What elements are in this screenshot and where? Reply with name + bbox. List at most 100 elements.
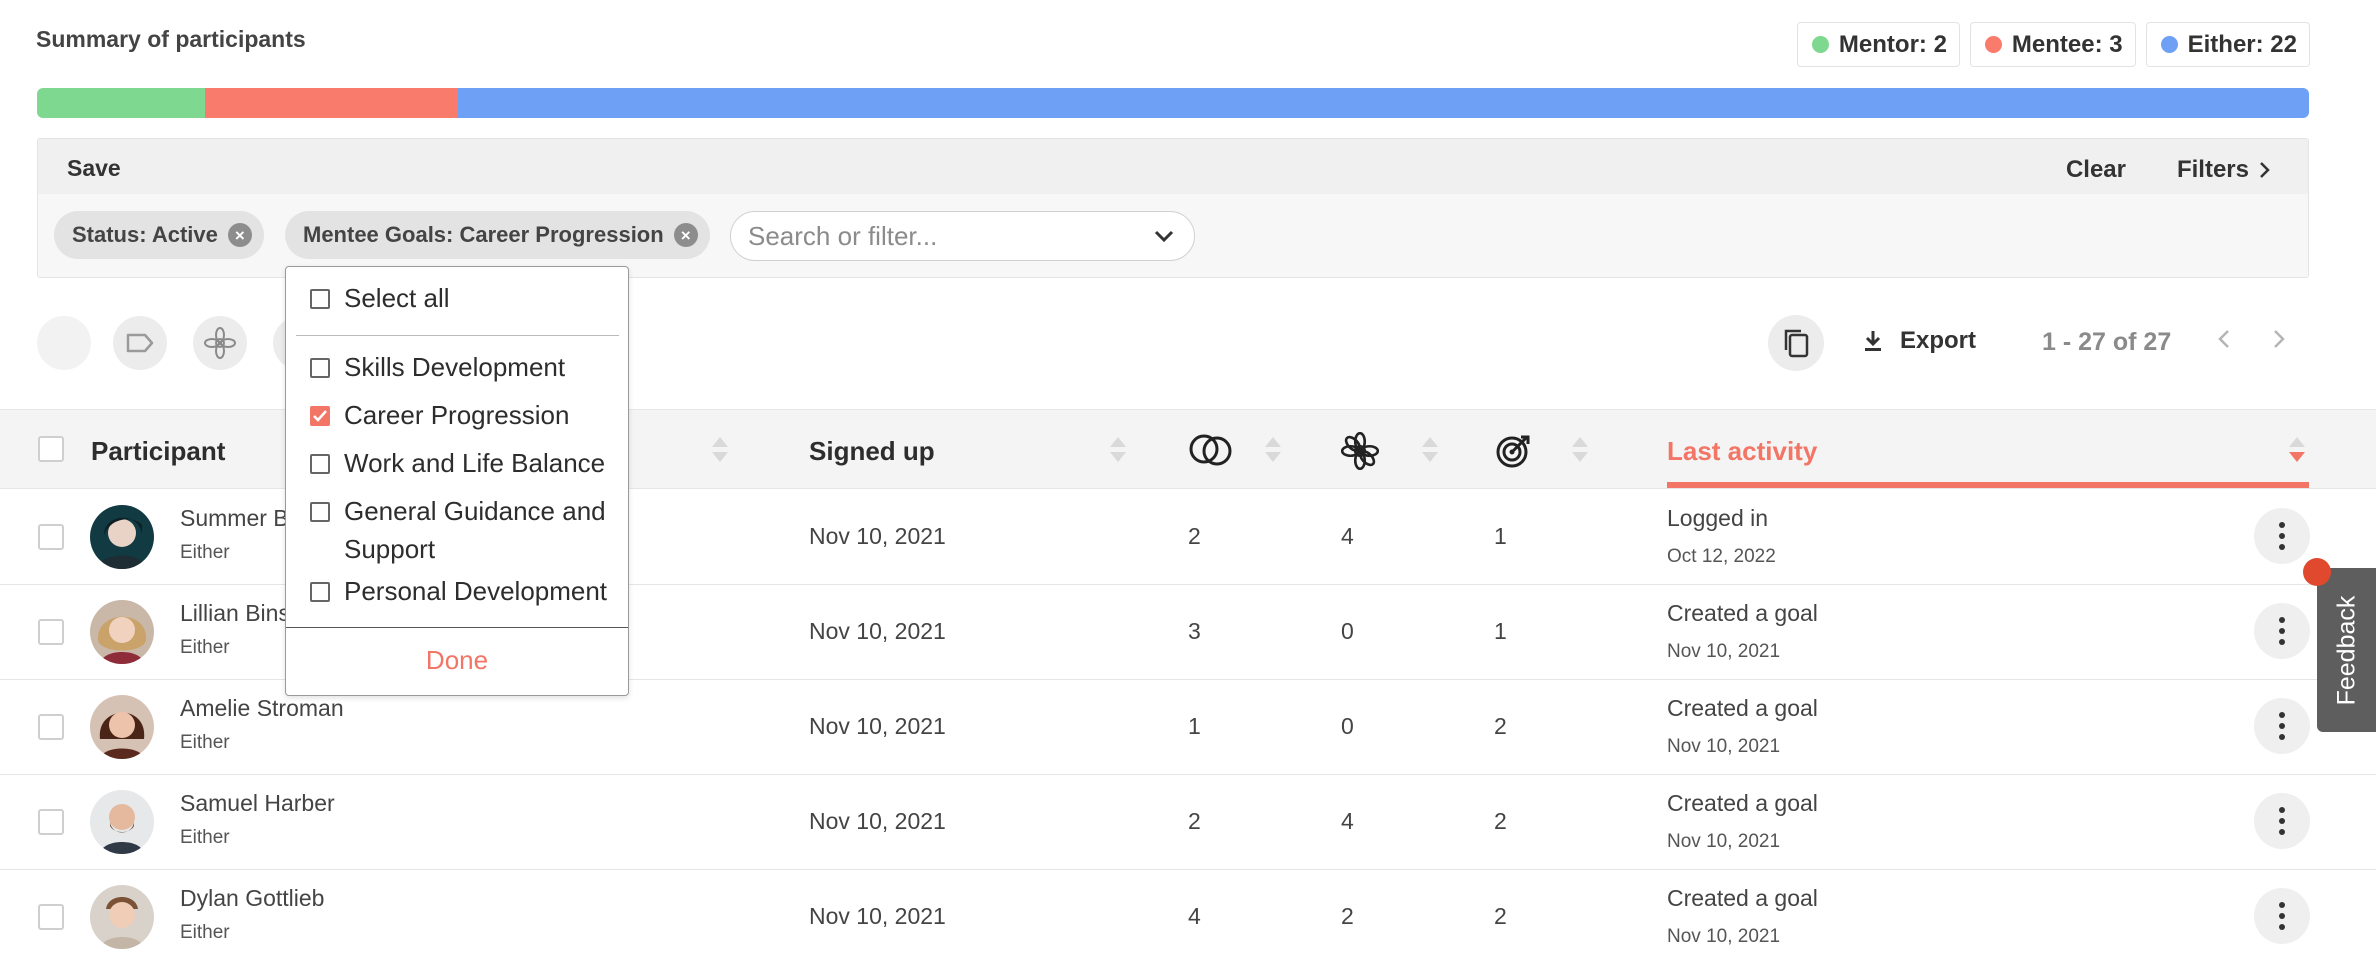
signed-up-column-header[interactable]: Signed up bbox=[809, 436, 935, 467]
search-filter-field[interactable] bbox=[730, 211, 1195, 261]
legend-either-label: Either: 22 bbox=[2187, 30, 2297, 58]
option-skills-development[interactable]: Skills Development bbox=[310, 348, 565, 386]
done-button[interactable]: Done bbox=[286, 645, 628, 676]
participant-column-header[interactable]: Participant bbox=[91, 436, 225, 467]
option-label: Work and Life Balance bbox=[344, 448, 606, 478]
table-row[interactable]: Samuel Harber Either Nov 10, 2021 2 4 2 … bbox=[0, 775, 2376, 870]
option-checkbox[interactable] bbox=[310, 454, 330, 474]
sort-icon[interactable] bbox=[1570, 437, 1590, 465]
toolbar-blank-button[interactable] bbox=[37, 316, 91, 370]
legend-mentor-label: Mentor: 2 bbox=[1838, 30, 1947, 58]
copy-button[interactable] bbox=[1768, 315, 1824, 371]
checkmark-icon bbox=[313, 410, 327, 422]
row-checkbox[interactable] bbox=[38, 524, 64, 550]
row-menu-button[interactable] bbox=[2254, 508, 2310, 564]
targets-count: 2 bbox=[1494, 713, 1507, 739]
last-activity: Created a goal bbox=[1667, 695, 1818, 721]
filters-label: Filters bbox=[2176, 156, 2249, 183]
select-all-checkbox[interactable] bbox=[310, 289, 330, 309]
filter-header: Save Clear Filters bbox=[38, 139, 2308, 194]
mentorships-count: 2 bbox=[1188, 523, 1201, 549]
targets-count: 2 bbox=[1494, 903, 1507, 929]
previous-page-button[interactable] bbox=[2218, 329, 2230, 355]
participant-name[interactable]: Dylan Gottlieb bbox=[180, 885, 324, 912]
chevron-right-icon bbox=[2274, 330, 2285, 348]
participant-legend: Mentor: 2 Mentee: 3 Either: 22 bbox=[1796, 22, 2310, 67]
select-all-label: Select all bbox=[344, 283, 450, 313]
tag-button[interactable] bbox=[113, 316, 167, 370]
row-checkbox[interactable] bbox=[38, 809, 64, 835]
last-activity-column-header[interactable]: Last activity bbox=[1667, 436, 1817, 467]
export-button[interactable]: Export bbox=[1862, 327, 1976, 355]
sort-icon[interactable] bbox=[1108, 437, 1128, 465]
avatar bbox=[90, 885, 154, 949]
clear-filters-button[interactable]: Clear bbox=[2066, 156, 2126, 184]
option-work-life-balance[interactable]: Work and Life Balance bbox=[310, 444, 605, 482]
pagination-label: 1 - 27 of 27 bbox=[2042, 328, 2172, 356]
option-checkbox-checked[interactable] bbox=[310, 406, 330, 426]
participant-name[interactable]: Lillian Bins bbox=[180, 600, 290, 627]
chevron-down-icon[interactable] bbox=[1154, 230, 1174, 242]
sort-icon[interactable] bbox=[1420, 437, 1440, 465]
participant-name[interactable]: Samuel Harber bbox=[180, 790, 335, 817]
distribution-segment-mentor bbox=[37, 88, 206, 118]
filter-chip-label: Status: Active bbox=[72, 222, 218, 247]
legend-mentee-label: Mentee: 3 bbox=[2011, 30, 2123, 58]
mentorships-icon[interactable] bbox=[1187, 432, 1235, 468]
option-checkbox[interactable] bbox=[310, 358, 330, 378]
targets-count: 1 bbox=[1494, 618, 1507, 644]
filters-button[interactable]: Filters bbox=[2177, 156, 2271, 184]
option-label: General Guidance and Support bbox=[344, 496, 606, 564]
option-general-guidance[interactable]: General Guidance and Support bbox=[310, 492, 610, 568]
sort-desc-icon[interactable] bbox=[2287, 437, 2307, 465]
last-activity: Created a goal bbox=[1667, 790, 1818, 816]
option-checkbox[interactable] bbox=[310, 582, 330, 602]
mentee-goals-dropdown: Select all Skills Development Career Pro… bbox=[285, 266, 629, 696]
download-icon bbox=[1865, 331, 1881, 351]
row-checkbox[interactable] bbox=[38, 714, 64, 740]
feedback-tab[interactable]: Feedback bbox=[2317, 568, 2376, 732]
save-filter-button[interactable]: Save bbox=[67, 155, 121, 182]
avatar bbox=[90, 600, 154, 664]
goals-flower-button[interactable] bbox=[193, 316, 247, 370]
last-activity-date: Nov 10, 2021 bbox=[1667, 926, 1781, 947]
target-icon[interactable] bbox=[1495, 432, 1533, 470]
select-all-option[interactable]: Select all bbox=[310, 279, 450, 317]
legend-mentee: Mentee: 3 bbox=[1969, 22, 2136, 67]
goals-count: 4 bbox=[1341, 523, 1354, 549]
chevron-left-icon bbox=[2218, 330, 2229, 348]
option-personal-development[interactable]: Personal Development bbox=[310, 572, 607, 610]
signed-up-date: Nov 10, 2021 bbox=[809, 808, 946, 834]
option-checkbox[interactable] bbox=[310, 502, 330, 522]
dropdown-divider bbox=[296, 335, 619, 336]
row-menu-button[interactable] bbox=[2254, 793, 2310, 849]
option-career-progression[interactable]: Career Progression bbox=[310, 396, 569, 434]
option-label: Career Progression bbox=[344, 400, 570, 430]
mentorships-count: 4 bbox=[1188, 903, 1201, 929]
goals-count: 2 bbox=[1341, 903, 1354, 929]
participant-distribution-bar bbox=[37, 88, 2309, 118]
remove-chip-icon[interactable]: × bbox=[673, 223, 698, 247]
participant-name[interactable]: Amelie Stroman bbox=[180, 695, 344, 722]
select-all-rows-checkbox[interactable] bbox=[38, 436, 64, 462]
participant-role: Either bbox=[180, 542, 230, 563]
participant-name[interactable]: Summer B bbox=[180, 505, 289, 532]
row-checkbox[interactable] bbox=[38, 619, 64, 645]
copy-icon bbox=[1784, 329, 1809, 358]
search-input[interactable] bbox=[748, 220, 1128, 252]
table-row[interactable]: Dylan Gottlieb Either Nov 10, 2021 4 2 2… bbox=[0, 870, 2376, 964]
sort-icon[interactable] bbox=[710, 437, 730, 465]
next-page-button[interactable] bbox=[2273, 329, 2285, 355]
distribution-segment-mentee bbox=[205, 88, 458, 118]
remove-chip-icon[interactable]: × bbox=[227, 223, 252, 247]
row-menu-button[interactable] bbox=[2254, 603, 2310, 659]
sort-icon[interactable] bbox=[1263, 437, 1283, 465]
goals-count: 4 bbox=[1341, 808, 1354, 834]
mentorships-count: 1 bbox=[1188, 713, 1201, 739]
last-activity-date: Nov 10, 2021 bbox=[1667, 831, 1781, 852]
row-menu-button[interactable] bbox=[2254, 888, 2310, 944]
flower-icon[interactable] bbox=[1341, 432, 1379, 470]
row-checkbox[interactable] bbox=[38, 904, 64, 930]
summary-title: Summary of participants bbox=[36, 26, 306, 52]
row-menu-button[interactable] bbox=[2254, 698, 2310, 754]
